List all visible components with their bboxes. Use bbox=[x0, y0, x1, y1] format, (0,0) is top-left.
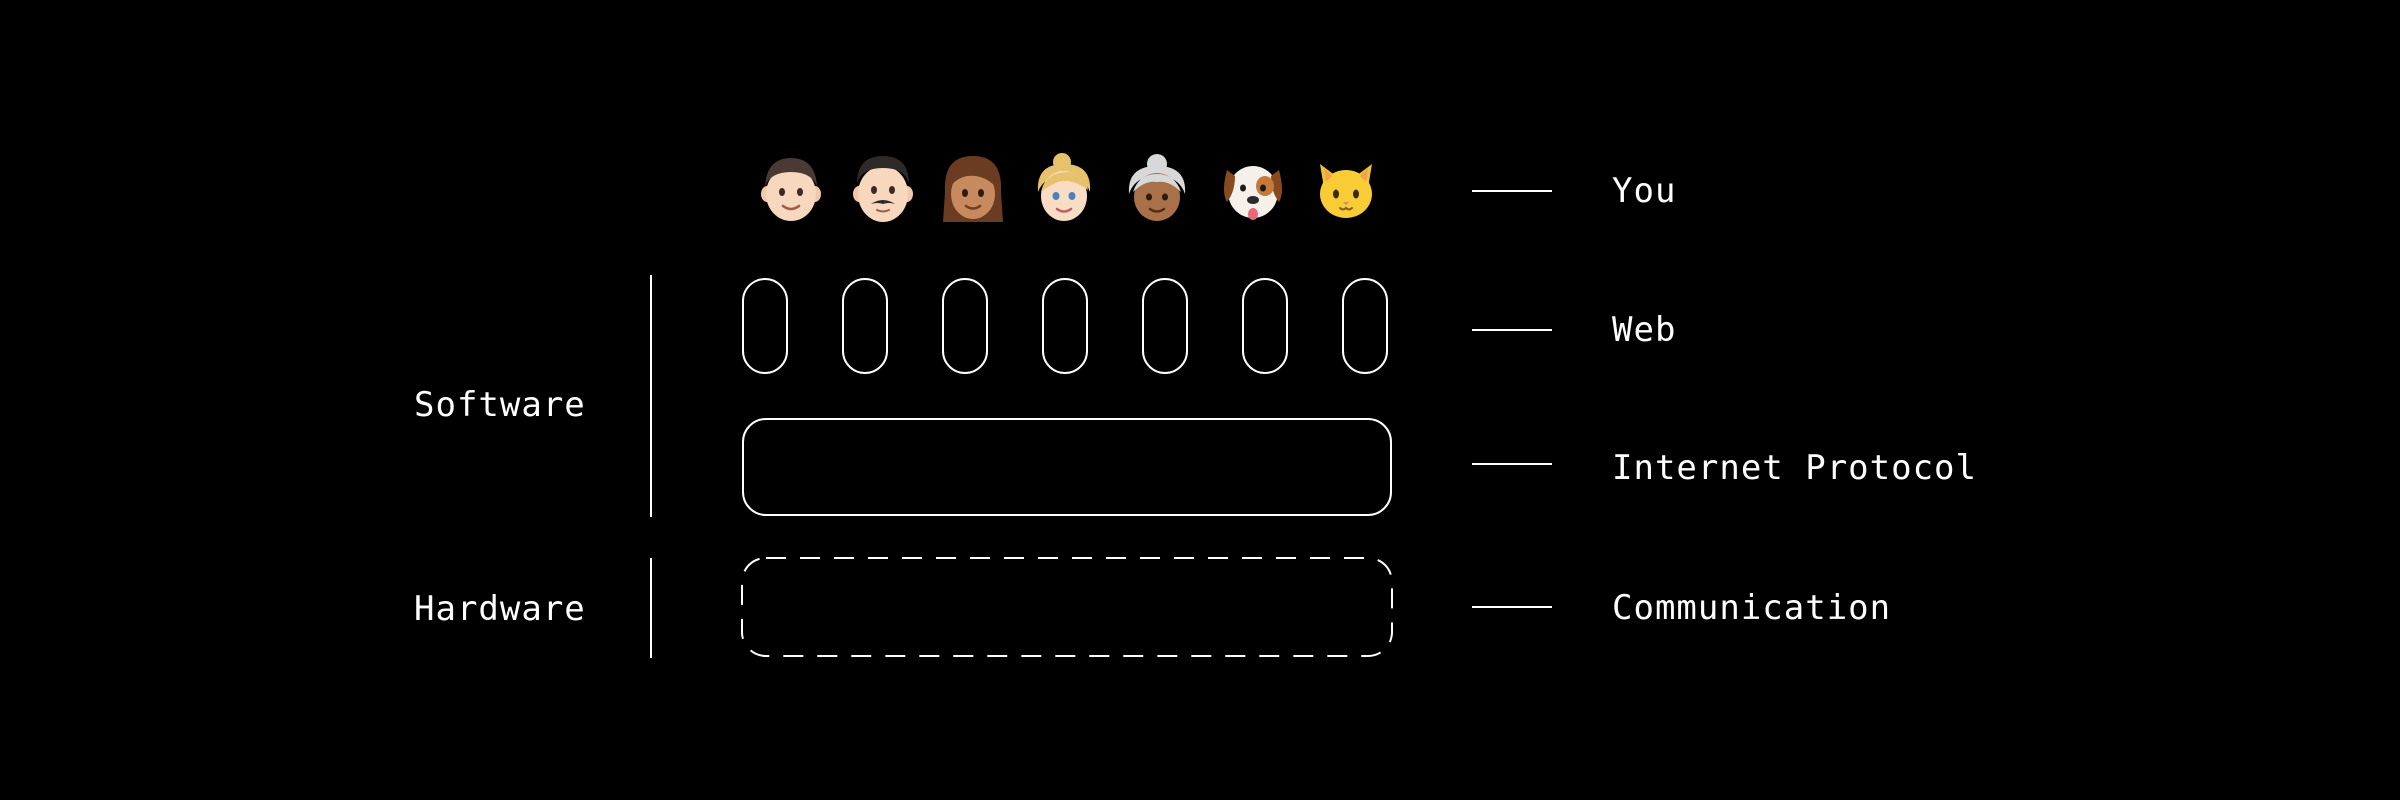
web-client-pill bbox=[1142, 278, 1188, 374]
web-client-pill bbox=[842, 278, 888, 374]
internet-protocol-connector-line bbox=[1472, 463, 1552, 465]
dog-face-icon bbox=[1224, 166, 1282, 220]
hardware-group-label: Hardware bbox=[414, 589, 586, 629]
man-mustache-face-icon bbox=[853, 156, 913, 222]
layer-label-internet-protocol: Internet Protocol bbox=[1612, 448, 1977, 488]
you-connector-line bbox=[1472, 190, 1552, 192]
cat-face-icon bbox=[1320, 164, 1372, 218]
web-client-pill bbox=[1042, 278, 1088, 374]
web-client-pill bbox=[742, 278, 788, 374]
web-connector-line bbox=[1472, 329, 1552, 331]
communication-dashed-box bbox=[741, 557, 1393, 657]
layer-label-web: Web bbox=[1612, 310, 1677, 350]
internet-protocol-box bbox=[742, 418, 1392, 516]
software-bracket-line bbox=[650, 275, 652, 517]
hardware-bracket-line bbox=[650, 558, 652, 658]
web-client-pill bbox=[942, 278, 988, 374]
grandmother-face-icon bbox=[1128, 154, 1186, 221]
web-client-pill bbox=[1342, 278, 1388, 374]
boy-face-icon bbox=[761, 158, 821, 221]
web-client-pill bbox=[1242, 278, 1288, 374]
layer-label-you: You bbox=[1612, 171, 1677, 211]
software-group-label: Software bbox=[414, 385, 586, 425]
communication-connector-line bbox=[1472, 606, 1552, 608]
internet-layers-diagram: Software Hardware You Web Internet Proto… bbox=[0, 0, 2400, 800]
woman-face-icon bbox=[943, 156, 1003, 222]
blonde-girl-face-icon bbox=[1037, 153, 1091, 221]
layer-label-communication: Communication bbox=[1612, 588, 1892, 628]
